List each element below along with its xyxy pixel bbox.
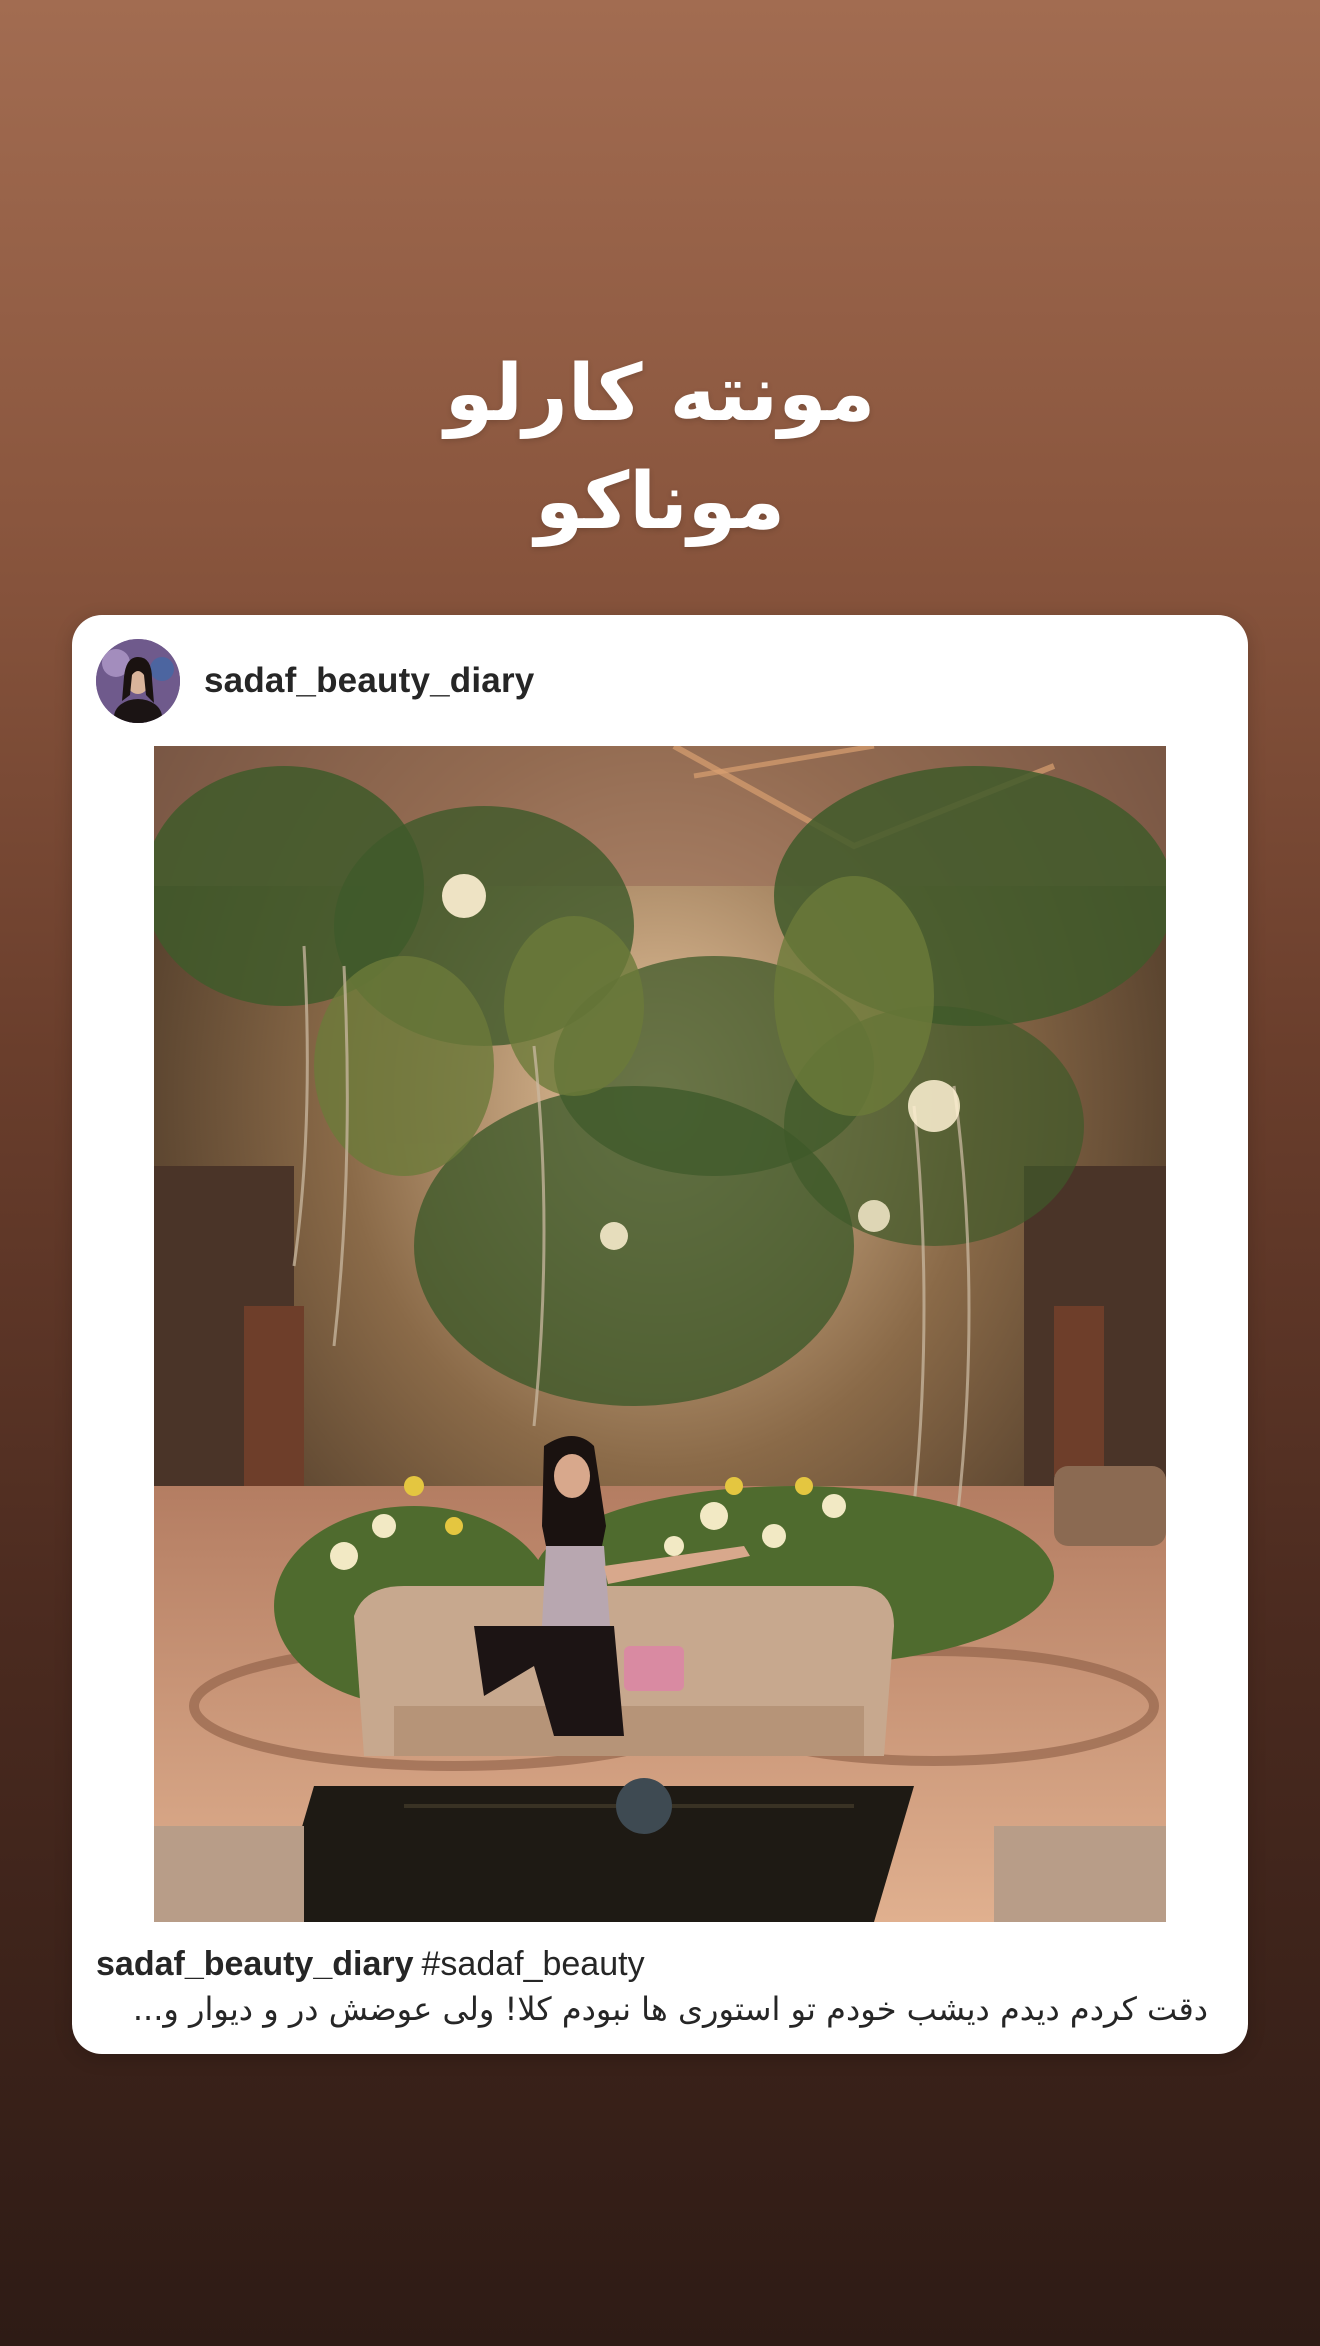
story-title: مونته کارلو موناکو bbox=[0, 340, 1320, 556]
post-username[interactable]: sadaf_beauty_diary bbox=[204, 661, 534, 701]
caption-header: sadaf_beauty_diary #sadaf_beauty bbox=[96, 1945, 645, 1984]
caption-text: دقت کردم دیدم دیشب خودم تو استوری ها نبو… bbox=[132, 1990, 1208, 2028]
story-title-line-1: مونته کارلو bbox=[444, 349, 876, 439]
story-title-line-2: موناکو bbox=[534, 457, 786, 547]
caption-hashtag[interactable]: #sadaf_beauty bbox=[422, 1945, 645, 1983]
post-photo[interactable] bbox=[154, 746, 1166, 1922]
avatar[interactable] bbox=[96, 639, 180, 723]
shared-post-card[interactable]: sadaf_beauty_diary sadaf_beauty_diary #s… bbox=[72, 615, 1248, 2054]
post-header[interactable]: sadaf_beauty_diary bbox=[96, 639, 534, 723]
caption-username[interactable]: sadaf_beauty_diary bbox=[96, 1945, 414, 1983]
